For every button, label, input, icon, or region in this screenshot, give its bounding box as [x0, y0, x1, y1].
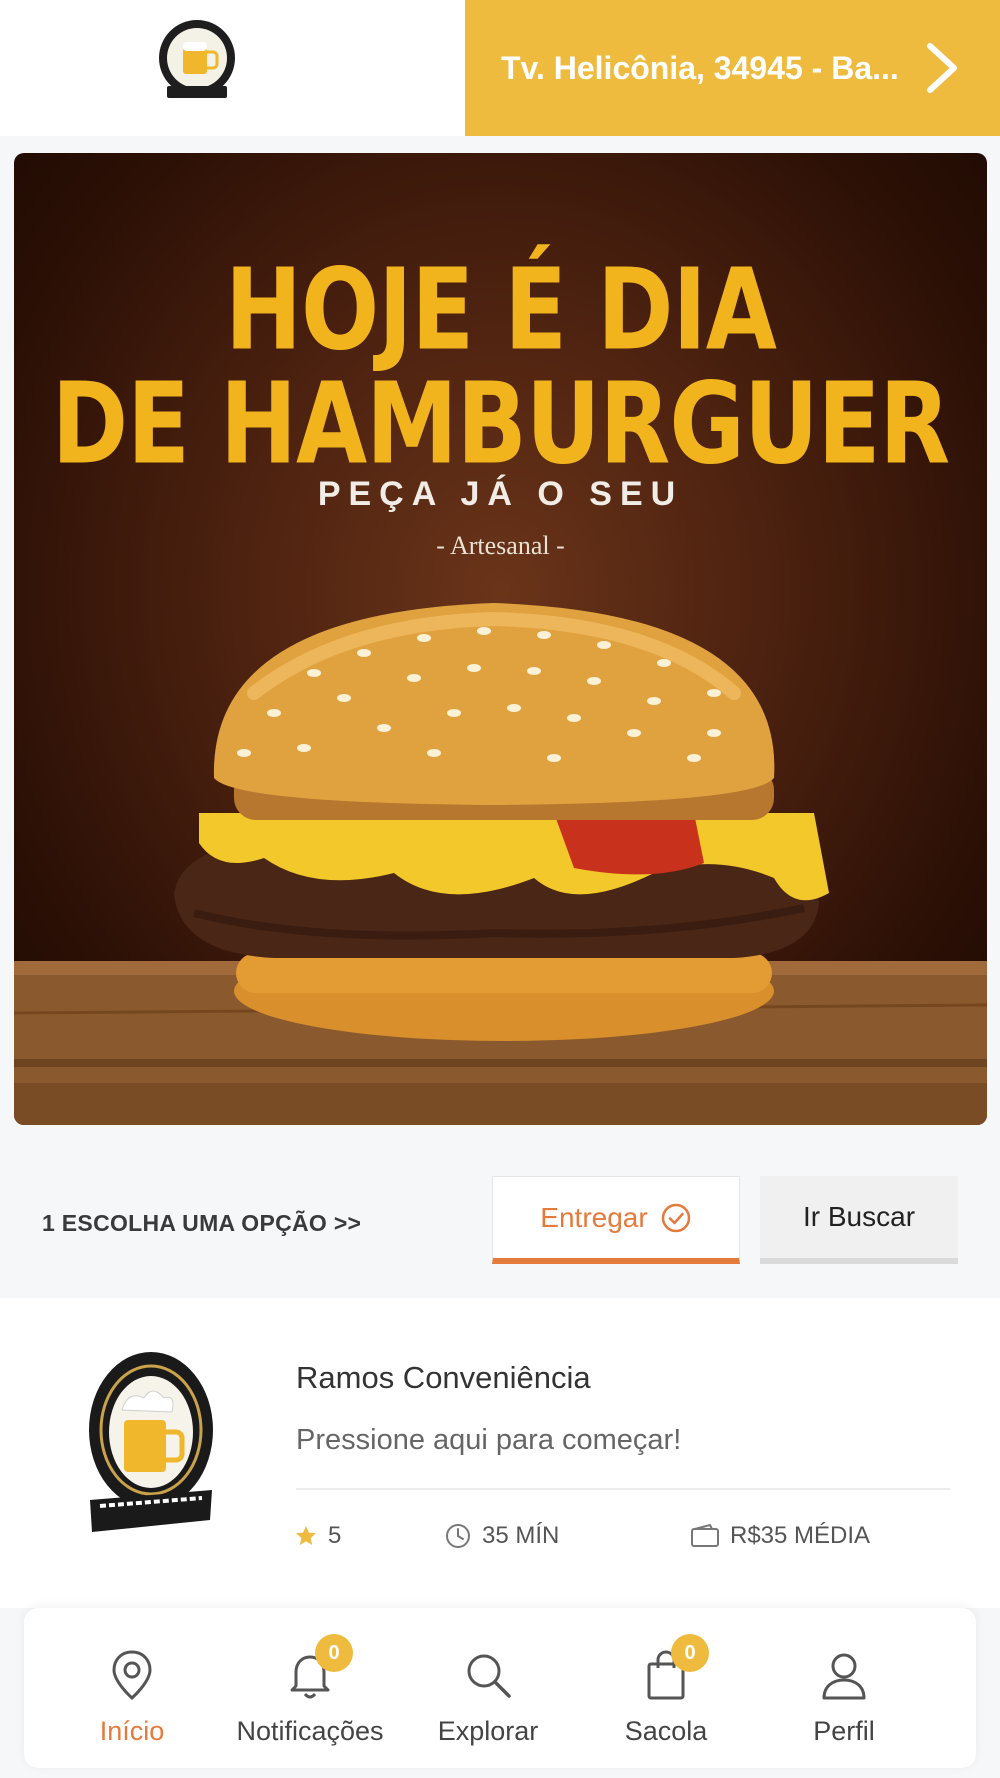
banner-tagline: - Artesanal -	[436, 531, 565, 560]
store-logo	[89, 1352, 213, 1532]
nav-label-notificacoes: Notificações	[236, 1716, 384, 1746]
option-prompt: 1 ESCOLHA UMA OPÇÃO >>	[42, 1210, 362, 1236]
store-average-price: R$35 MÉDIA	[690, 1522, 870, 1550]
check-circle-icon	[661, 1203, 690, 1232]
search-icon	[467, 1654, 511, 1698]
clock-icon	[446, 1524, 470, 1548]
store-tagline: Pressione aqui para começar!	[296, 1424, 682, 1456]
nav-label-explorar: Explorar	[437, 1716, 539, 1746]
chevron-right-icon	[927, 43, 957, 93]
store-logo-small[interactable]	[153, 18, 241, 106]
store-rating: 5	[294, 1522, 341, 1550]
banner-subtitle: PEÇA JÁ O SEU	[317, 475, 684, 513]
delivery-time-value: 35 MÍN	[482, 1522, 560, 1549]
nav-item-notificacoes[interactable]: 0 Notificações	[220, 1608, 400, 1768]
star-icon	[296, 1526, 316, 1545]
nav-item-perfil[interactable]: Perfil	[754, 1608, 934, 1768]
location-pin-icon	[112, 1650, 152, 1701]
notifications-badge: 0	[315, 1634, 353, 1672]
rating-value: 5	[328, 1522, 342, 1549]
banner-title-line2: DE HAMBURGUER	[51, 359, 951, 490]
nav-item-inicio[interactable]: Início	[42, 1608, 222, 1768]
pickup-button-label: Ir Buscar	[802, 1201, 916, 1232]
nav-label-perfil: Perfil	[813, 1716, 875, 1746]
nav-label-sacola: Sacola	[624, 1716, 708, 1746]
bottom-nav: Início 0 Notificações Explorar 0 Sacola	[24, 1608, 976, 1768]
delivery-button-label: Entregar	[540, 1201, 648, 1233]
nav-label-inicio: Início	[99, 1716, 165, 1746]
delivery-button[interactable]: Entregar	[492, 1176, 740, 1264]
banner-title-line1: HOJE É DIA	[225, 245, 777, 376]
nav-item-sacola[interactable]: 0 Sacola	[576, 1608, 756, 1768]
store-delivery-time: 35 MÍN	[444, 1522, 559, 1550]
bag-badge: 0	[671, 1634, 709, 1672]
pickup-button[interactable]: Ir Buscar	[760, 1176, 958, 1264]
bag-icon-wrap: 0	[637, 1634, 709, 1704]
nav-item-explorar[interactable]: Explorar	[398, 1608, 578, 1768]
average-price-value: R$35 MÉDIA	[730, 1522, 871, 1549]
promo-banner[interactable]: HOJE É DIA DE HAMBURGUER PEÇA JÁ O SEU -…	[14, 153, 987, 1125]
delivery-address: Tv. Helicônia, 34945 - Ba...	[501, 49, 899, 86]
bell-icon-wrap: 0	[281, 1634, 353, 1704]
wallet-icon	[691, 1523, 719, 1547]
address-selector[interactable]: Tv. Helicônia, 34945 - Ba...	[465, 0, 1000, 136]
store-name: Ramos Conveniência	[296, 1360, 591, 1395]
user-icon	[822, 1653, 866, 1700]
store-divider	[296, 1488, 950, 1490]
app-header: Tv. Helicônia, 34945 - Ba...	[0, 0, 1000, 136]
